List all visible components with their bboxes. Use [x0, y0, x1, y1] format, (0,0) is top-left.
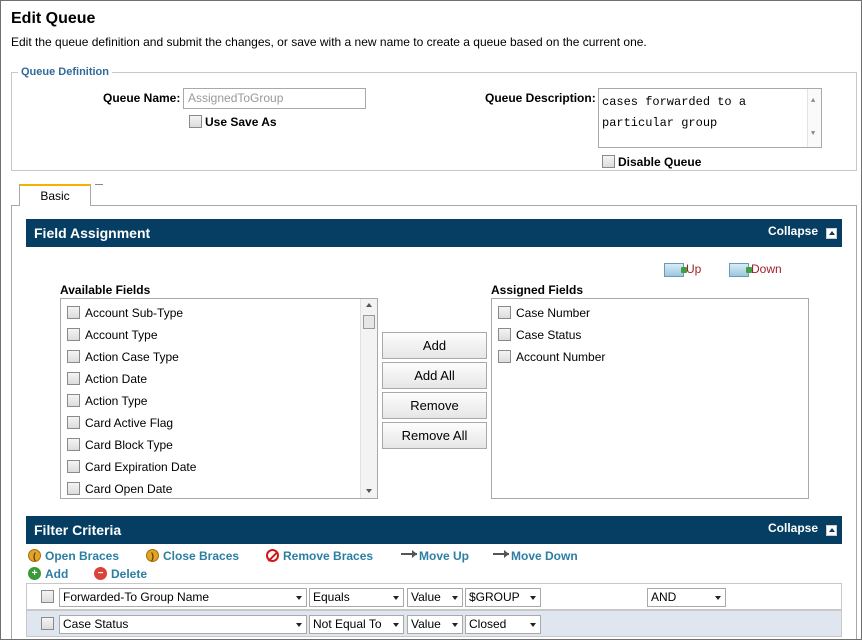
item-checkbox[interactable] [498, 350, 511, 364]
list-item[interactable]: Case Status [498, 324, 581, 346]
list-item[interactable]: Account Number [498, 346, 605, 368]
page-description: Edit the queue definition and submit the… [11, 35, 647, 49]
queue-description-textarea[interactable]: cases forwarded to a particular group ▲ … [598, 88, 822, 148]
item-checkbox[interactable] [67, 416, 80, 430]
available-fields-scrollbar[interactable] [360, 299, 377, 498]
list-item[interactable]: Card Open Date [67, 478, 172, 498]
filter-criteria-collapse-link[interactable]: Collapse [768, 521, 818, 535]
down-icon [729, 262, 752, 277]
assigned-fields-list[interactable]: Case Number Case Status Account Number [491, 298, 809, 499]
scroll-up-icon[interactable] [366, 303, 372, 307]
item-checkbox[interactable] [67, 482, 80, 496]
close-braces-button[interactable]: ) Close Braces [146, 549, 239, 563]
add-button[interactable]: Add [382, 332, 487, 359]
down-label: Down [751, 262, 782, 276]
edit-queue-window: Edit Queue Edit the queue definition and… [0, 0, 862, 640]
item-checkbox[interactable] [67, 394, 80, 408]
list-item[interactable]: Action Case Type [67, 346, 179, 368]
prohibited-icon [266, 549, 279, 563]
list-item[interactable]: Card Active Flag [67, 412, 173, 434]
list-item[interactable]: Action Type [67, 390, 147, 412]
field-assignment-title: Field Assignment [34, 225, 151, 241]
value-select[interactable]: Closed [465, 615, 541, 634]
item-checkbox[interactable] [67, 460, 80, 474]
description-scrollbar[interactable]: ▲ ▼ [807, 89, 821, 147]
description-line-2: particular group [602, 116, 718, 130]
use-save-as-label: Use Save As [205, 115, 277, 129]
field-select[interactable]: Case Status [59, 615, 307, 634]
connector-select[interactable]: AND [647, 588, 726, 607]
move-up-button[interactable]: Up [664, 262, 701, 277]
open-brace-icon: ( [28, 549, 41, 563]
disable-queue-checkbox[interactable] [602, 155, 615, 169]
use-save-as-checkbox[interactable] [189, 115, 202, 129]
criteria-row-checkbox[interactable] [41, 590, 54, 603]
value-select[interactable]: $GROUP [465, 588, 541, 607]
item-checkbox[interactable] [67, 350, 80, 364]
move-up-criteria-button[interactable]: Move Up [401, 549, 469, 563]
scroll-down-icon[interactable]: ▼ [811, 124, 815, 145]
field-assignment-header: Field Assignment Collapse [26, 219, 842, 247]
criteria-row: Case Status Not Equal To Value Closed [26, 610, 842, 637]
delete-criteria-button[interactable]: − Delete [94, 567, 147, 581]
queue-definition-legend: Queue Definition [18, 66, 112, 78]
scroll-down-icon[interactable] [366, 489, 372, 493]
page-title: Edit Queue [11, 10, 96, 27]
item-checkbox[interactable] [67, 438, 80, 452]
list-item[interactable]: Account Type [67, 324, 158, 346]
list-item[interactable]: Card Block Type [67, 434, 173, 456]
item-checkbox[interactable] [67, 372, 80, 386]
move-down-button[interactable]: Down [729, 262, 782, 277]
collapse-arrow-icon[interactable] [826, 228, 837, 239]
add-all-button[interactable]: Add All [382, 362, 487, 389]
use-save-as-option[interactable]: Use Save As [189, 115, 277, 129]
disable-queue-label: Disable Queue [618, 155, 702, 169]
list-item[interactable]: Account Sub-Type [67, 302, 183, 324]
remove-braces-button[interactable]: Remove Braces [266, 549, 373, 563]
disable-queue-option[interactable]: Disable Queue [602, 155, 701, 169]
move-up-icon [401, 549, 417, 561]
value-type-select[interactable]: Value [407, 588, 463, 607]
add-criteria-button[interactable]: + Add [28, 567, 68, 581]
scroll-up-icon[interactable]: ▲ [811, 91, 815, 112]
field-select[interactable]: Forwarded-To Group Name [59, 588, 307, 607]
queue-description-label: Queue Description: [485, 91, 596, 105]
scroll-thumb[interactable] [363, 315, 375, 329]
item-checkbox[interactable] [498, 306, 511, 320]
criteria-row: Forwarded-To Group Name Equals Value $GR… [26, 583, 842, 610]
queue-name-label: Queue Name: [103, 91, 181, 105]
move-down-criteria-button[interactable]: Move Down [493, 549, 578, 563]
item-checkbox[interactable] [67, 328, 80, 342]
filter-criteria-title: Filter Criteria [34, 522, 122, 538]
minus-icon: − [94, 567, 107, 581]
list-item[interactable]: Action Date [67, 368, 147, 390]
available-fields-label: Available Fields [60, 283, 151, 297]
tab-basic[interactable]: Basic [19, 184, 91, 206]
operator-select[interactable]: Not Equal To [309, 615, 404, 634]
queue-definition-fieldset: Queue Definition Queue Name: AssignedToG… [11, 66, 857, 171]
item-checkbox[interactable] [67, 306, 80, 320]
move-down-icon [493, 549, 509, 561]
remove-all-button[interactable]: Remove All [382, 422, 487, 449]
collapse-arrow-icon[interactable] [826, 525, 837, 536]
plus-icon: + [28, 567, 41, 581]
list-item[interactable]: Case Number [498, 302, 590, 324]
criteria-row-checkbox[interactable] [41, 617, 54, 630]
close-brace-icon: ) [146, 549, 159, 563]
list-item[interactable]: Card Expiration Date [67, 456, 196, 478]
up-icon [664, 262, 687, 277]
field-assignment-collapse-link[interactable]: Collapse [768, 224, 818, 238]
available-fields-list[interactable]: Account Sub-Type Account Type Action Cas… [60, 298, 378, 499]
operator-select[interactable]: Equals [309, 588, 404, 607]
tab-divider [95, 184, 103, 185]
value-type-select[interactable]: Value [407, 615, 463, 634]
open-braces-button[interactable]: (Open Braces [28, 549, 119, 563]
remove-button[interactable]: Remove [382, 392, 487, 419]
assigned-fields-label: Assigned Fields [491, 283, 584, 297]
description-line-1: cases forwarded to a [602, 95, 747, 109]
filter-criteria-header: Filter Criteria Collapse [26, 516, 842, 544]
queue-name-input[interactable]: AssignedToGroup [183, 88, 366, 109]
item-checkbox[interactable] [498, 328, 511, 342]
up-label: Up [686, 262, 702, 276]
